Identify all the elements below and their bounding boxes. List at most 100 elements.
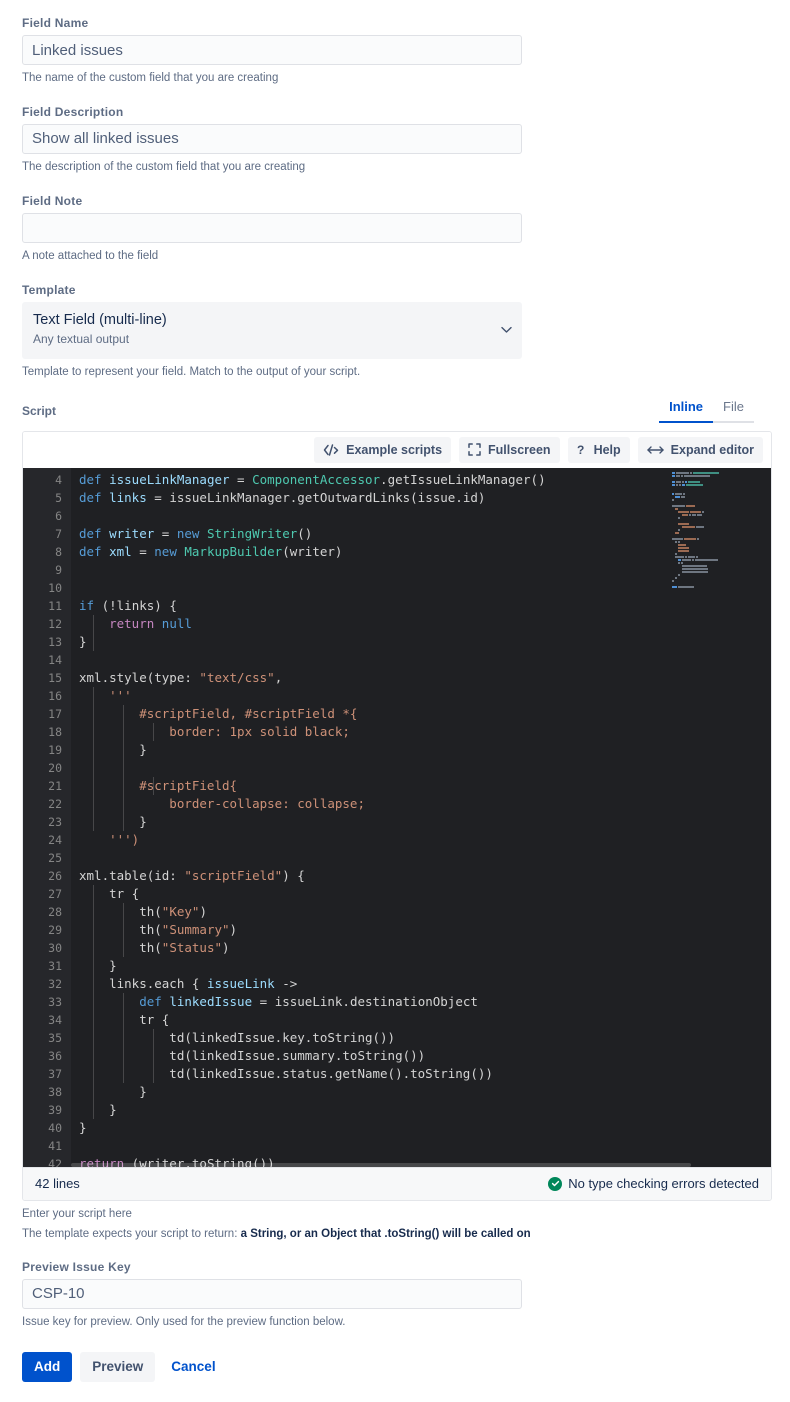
line-number: 24 (48, 832, 62, 847)
code-line[interactable]: xml.style(type: "text/css", (71, 669, 771, 687)
line-number: 30 (48, 940, 62, 955)
line-number: 7 (55, 526, 62, 541)
add-button[interactable]: Add (22, 1351, 73, 1382)
code-line[interactable]: ''') (71, 831, 771, 849)
code-line[interactable] (71, 579, 771, 597)
code-line[interactable] (71, 1137, 771, 1155)
field-note-help: A note attached to the field (22, 249, 159, 262)
field-name-input[interactable] (22, 35, 522, 65)
cancel-button[interactable]: Cancel (163, 1352, 223, 1382)
code-line[interactable]: } (71, 1119, 771, 1137)
code-line[interactable]: border: 1px solid black; (71, 723, 771, 741)
line-number: 4 (55, 472, 62, 487)
form-actions: Add Preview Cancel (22, 1351, 772, 1382)
template-expects-text: The template expects your script to retu… (22, 1228, 772, 1240)
editor-vertical-scrollbar[interactable] (757, 467, 771, 1167)
indent-guide (93, 884, 94, 1119)
line-number-gutter: 4 5 6 7 8 9 10 11 12 13 14 15 16 17 18 19 20 21 22 23 24 25 26… (23, 467, 71, 1167)
code-line[interactable]: td(linkedIssue.summary.toString()) (71, 1047, 771, 1065)
code-line[interactable]: #scriptField{ (71, 777, 771, 795)
code-content[interactable]: def issueLinkManager = ComponentAccessor… (71, 468, 771, 1167)
code-line[interactable]: } (71, 1101, 771, 1119)
code-line[interactable]: td(linkedIssue.key.toString()) (71, 1029, 771, 1047)
code-minimap[interactable] (669, 467, 757, 1167)
line-number: 9 (55, 562, 62, 577)
code-line[interactable] (71, 651, 771, 669)
editor-horizontal-scrollbar[interactable] (71, 1162, 691, 1167)
field-description-input[interactable] (22, 123, 522, 154)
fullscreen-icon (468, 443, 481, 456)
preview-issue-key-group: Preview Issue Key Issue key for preview.… (22, 1260, 772, 1330)
line-number: 34 (48, 1012, 62, 1027)
code-line[interactable]: xml.table(id: "scriptField") { (71, 867, 771, 885)
example-scripts-button[interactable]: Example scripts (314, 436, 452, 463)
line-number: 15 (48, 670, 62, 685)
code-line[interactable]: if (!links) { (71, 597, 771, 615)
template-help: Template to represent your field. Match … (22, 365, 361, 378)
line-number: 10 (48, 580, 62, 595)
expand-editor-label: Expand editor (670, 442, 754, 457)
code-line[interactable]: links.each { issueLink -> (71, 975, 771, 993)
line-number: 23 (48, 814, 62, 829)
line-number: 26 (48, 868, 62, 883)
template-select[interactable]: Text Field (multi-line) Any textual outp… (22, 301, 522, 359)
indent-guide (123, 902, 124, 957)
code-line[interactable]: } (71, 633, 771, 651)
code-line[interactable]: } (71, 741, 771, 759)
code-line[interactable]: def writer = new StringWriter() (71, 525, 771, 543)
code-line[interactable]: #scriptField, #scriptField *{ (71, 705, 771, 723)
help-button[interactable]: ? Help (567, 436, 630, 463)
tab-inline[interactable]: Inline (659, 399, 714, 423)
template-expects-prefix: The template expects your script to retu… (22, 1227, 241, 1240)
script-label: Script (22, 403, 57, 418)
line-number: 25 (48, 850, 62, 865)
code-line[interactable]: return null (71, 615, 771, 633)
field-description-label: Field Description (22, 104, 124, 119)
code-line[interactable]: tr { (71, 1011, 771, 1029)
code-editor-area[interactable]: 4 5 6 7 8 9 10 11 12 13 14 15 16 17 18 19 20 21 22 23 24 25 26… (23, 467, 771, 1167)
fullscreen-button[interactable]: Fullscreen (459, 436, 560, 463)
code-line[interactable]: def links = issueLinkManager.getOutwardL… (71, 489, 771, 507)
code-line[interactable]: def xml = new MarkupBuilder(writer) (71, 543, 771, 561)
code-line[interactable] (71, 759, 771, 777)
line-number: 18 (48, 724, 62, 739)
code-line[interactable]: } (71, 1083, 771, 1101)
line-number: 12 (48, 616, 62, 631)
code-line[interactable]: def linkedIssue = issueLink.destinationO… (71, 993, 771, 1011)
code-brackets-icon (323, 444, 339, 456)
check-circle-icon (548, 1176, 563, 1191)
code-line[interactable]: def issueLinkManager = ComponentAccessor… (71, 471, 771, 489)
preview-issue-key-label: Preview Issue Key (22, 1259, 131, 1274)
line-number: 32 (48, 976, 62, 991)
expand-editor-button[interactable]: Expand editor (637, 436, 763, 463)
preview-button[interactable]: Preview (80, 1351, 156, 1382)
indent-guide (93, 614, 94, 651)
template-selected-value: Text Field (multi-line) (33, 311, 167, 328)
line-number: 22 (48, 796, 62, 811)
code-line[interactable]: td(linkedIssue.status.getName().toString… (71, 1065, 771, 1083)
field-name-help: The name of the custom field that you ar… (22, 72, 279, 84)
code-line[interactable] (71, 849, 771, 867)
line-number: 29 (48, 922, 62, 937)
code-line[interactable]: tr { (71, 885, 771, 903)
script-header: Script Inline File (22, 399, 772, 425)
code-line[interactable] (71, 561, 771, 579)
code-line[interactable]: th("Key") (71, 903, 771, 921)
code-line[interactable] (71, 507, 771, 525)
code-line[interactable]: } (71, 957, 771, 975)
code-line[interactable]: ''' (71, 687, 771, 705)
code-line[interactable]: th("Status") (71, 939, 771, 957)
chevron-down-icon[interactable] (501, 326, 512, 335)
line-number: 38 (48, 1084, 62, 1099)
line-number: 6 (55, 508, 62, 523)
code-line[interactable]: } (71, 813, 771, 831)
tab-file[interactable]: File (713, 399, 754, 423)
line-number: 33 (48, 994, 62, 1009)
preview-issue-key-input[interactable] (22, 1278, 522, 1309)
line-number: 14 (48, 652, 62, 667)
template-label: Template (22, 282, 76, 297)
line-number: 27 (48, 886, 62, 901)
code-line[interactable]: th("Summary") (71, 921, 771, 939)
field-note-input[interactable] (22, 212, 522, 243)
code-line[interactable]: border-collapse: collapse; (71, 795, 771, 813)
